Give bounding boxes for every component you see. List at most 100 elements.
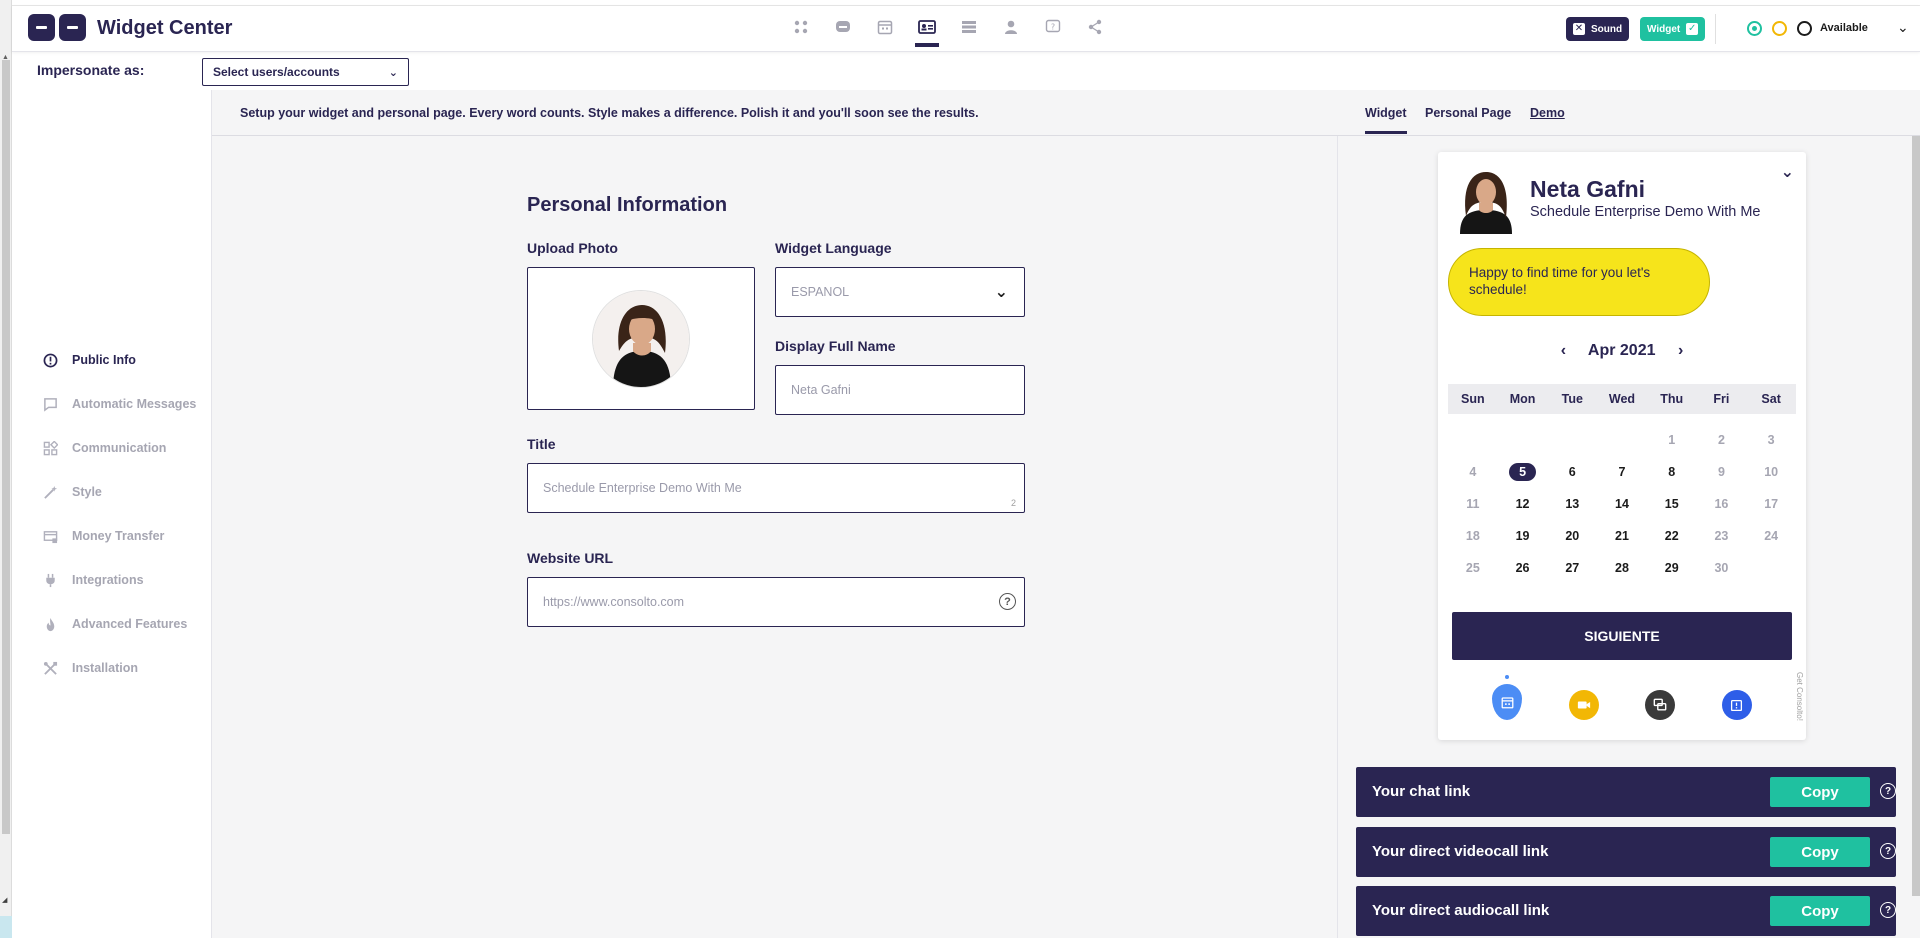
calendar-day-number: 9 [1717, 465, 1725, 479]
calendar-day-number: 17 [1764, 497, 1779, 511]
sidebar-item-style[interactable]: Style [42, 484, 102, 500]
sidebar-item-public-info[interactable]: Public Info [42, 352, 136, 368]
calendar-month: Apr 2021 [1587, 342, 1656, 359]
question-icon[interactable]: ? [1880, 843, 1896, 859]
calendar-day-number: 11 [1466, 497, 1480, 511]
next-button[interactable]: SIGUIENTE [1452, 612, 1792, 660]
impersonate-select[interactable]: Select users/accounts ⌄ [202, 58, 409, 86]
calendar-day-number: 25 [1465, 561, 1480, 575]
share-icon[interactable] [1084, 16, 1106, 38]
chat-bubbles-icon[interactable] [1645, 690, 1676, 720]
chevron-left-icon[interactable]: ‹ [1561, 342, 1566, 360]
plug-icon [42, 572, 58, 588]
copy-videocall-link-button[interactable]: Copy [1770, 837, 1870, 867]
widget-toggle[interactable]: Widget ✓ [1640, 17, 1706, 41]
sidebar-item-installation[interactable]: Installation [42, 660, 138, 676]
calendar-day[interactable]: 27 [1547, 552, 1597, 584]
list-icon[interactable] [958, 16, 980, 38]
photo-upload-area[interactable] [527, 267, 755, 410]
title-field[interactable]: Schedule Enterprise Demo With Me 2 [527, 463, 1025, 513]
sidebar-item-label: Integrations [72, 573, 144, 587]
app-header: Widget Center ? ✕ Sound Widget ✓ Availab… [12, 6, 1920, 52]
calendar-day[interactable]: 21 [1597, 520, 1647, 552]
calendar-day[interactable]: 14 [1597, 488, 1647, 520]
sidebar-item-label: Communication [72, 441, 167, 455]
logo-square-left [28, 14, 55, 41]
window-scrollbar[interactable]: ▲ ◢ [0, 0, 12, 938]
calendar-day: 23 [1697, 520, 1747, 552]
calendar-day[interactable]: 20 [1547, 520, 1597, 552]
widget-language-select[interactable]: ESPANOL ⌄ [775, 267, 1025, 317]
calendar-day-selected[interactable]: 5 [1498, 456, 1548, 488]
calendar-day[interactable]: 22 [1647, 520, 1697, 552]
sidebar-item-integrations[interactable]: Integrations [42, 572, 144, 588]
calendar-day [1597, 424, 1647, 456]
calendar-weekday: Wed [1608, 392, 1636, 406]
calendar-day[interactable]: 7 [1597, 456, 1647, 488]
sound-toggle[interactable]: ✕ Sound [1566, 17, 1630, 41]
sidebar-item-money-transfer[interactable]: Money Transfer [42, 528, 164, 544]
calendar-day: 1 [1647, 424, 1697, 456]
sidebar-item-advanced-features[interactable]: Advanced Features [42, 616, 187, 632]
calendar-icon[interactable] [874, 16, 896, 38]
info-icon [42, 352, 58, 368]
collapse-chevron-icon[interactable]: ⌄ [1781, 162, 1794, 182]
scroll-down-arrow-icon[interactable]: ◢ [2, 896, 7, 904]
sidebar-item-label: Installation [72, 661, 138, 675]
calendar-day[interactable]: 12 [1498, 488, 1548, 520]
question-icon[interactable]: ? [1880, 902, 1896, 918]
calendar-day[interactable]: 13 [1547, 488, 1597, 520]
widget-language-value: ESPANOL [791, 285, 850, 299]
calendar-day[interactable]: 15 [1647, 488, 1697, 520]
calendar-day: 18 [1448, 520, 1498, 552]
calendar-weekday: Mon [1509, 392, 1536, 406]
website-url-placeholder: https://www.consolto.com [543, 595, 685, 609]
user-icon[interactable] [1000, 16, 1022, 38]
video-camera-icon[interactable] [1568, 690, 1599, 720]
tab-widget[interactable]: Widget [1365, 106, 1407, 134]
calendar-day[interactable]: 29 [1647, 552, 1697, 584]
website-url-field[interactable]: https://www.consolto.com ? [527, 577, 1025, 627]
chevron-right-icon[interactable]: › [1678, 342, 1683, 360]
calendar-grid: 1 2 3 4 5 6 7 8 9 10 11 12 13 14 15 16 17 18 19 20 21 22 23 24 2… [1448, 424, 1796, 584]
calendar-day[interactable]: 6 [1547, 456, 1597, 488]
widget-language-label: Widget Language [775, 240, 892, 256]
help-icon[interactable]: ? [1042, 16, 1064, 38]
scrollbar-thumb[interactable] [2, 60, 10, 834]
preview-panel: Widget Personal Page Demo ⌄ Neta Gafni S… [1338, 90, 1920, 938]
status-away-radio[interactable] [1772, 21, 1787, 36]
sidebar-item-communication[interactable]: Communication [42, 440, 166, 456]
sound-label: Sound [1591, 23, 1623, 35]
sidebar-item-automatic-messages[interactable]: Automatic Messages [42, 396, 196, 412]
calendar-day[interactable]: 28 [1597, 552, 1647, 584]
calendar-day[interactable]: 8 [1647, 456, 1697, 488]
calendar-channel-icon[interactable] [1492, 675, 1522, 720]
form-icon[interactable] [1721, 690, 1752, 720]
chat-icon[interactable] [832, 16, 854, 38]
copy-chat-link-button[interactable]: Copy [1770, 777, 1870, 807]
calendar-day[interactable]: 26 [1498, 552, 1548, 584]
status-available-radio[interactable] [1747, 21, 1762, 36]
question-icon[interactable]: ? [999, 593, 1016, 610]
display-name-field[interactable]: Neta Gafni [775, 365, 1025, 415]
videocall-link-label: Your direct videocall link [1372, 843, 1549, 860]
status-offline-radio[interactable] [1797, 21, 1812, 36]
id-card-icon[interactable] [915, 16, 939, 47]
preview-scrollbar[interactable] [1912, 136, 1920, 896]
calendar-day: 30 [1697, 552, 1747, 584]
question-icon[interactable]: ? [1880, 783, 1896, 799]
tab-demo[interactable]: Demo [1530, 106, 1565, 120]
tab-personal-page[interactable]: Personal Page [1425, 106, 1511, 120]
display-name-label: Display Full Name [775, 338, 896, 354]
chevron-down-icon: ⌄ [388, 66, 398, 79]
calendar-weekday: Thu [1660, 392, 1684, 406]
chevron-down-icon[interactable]: ⌄ [1897, 19, 1909, 36]
calendar-day-number: 19 [1515, 529, 1530, 543]
copy-audiocall-link-button[interactable]: Copy [1770, 896, 1870, 926]
calendar-day-number: 22 [1664, 529, 1679, 543]
calendar-day-number: 4 [1469, 465, 1477, 479]
calendar-day[interactable]: 19 [1498, 520, 1548, 552]
calendar-header: ‹ Apr 2021 › [1438, 342, 1806, 360]
grid-icon[interactable] [790, 16, 812, 38]
branding-text[interactable]: Get Consolto! [1795, 672, 1804, 721]
